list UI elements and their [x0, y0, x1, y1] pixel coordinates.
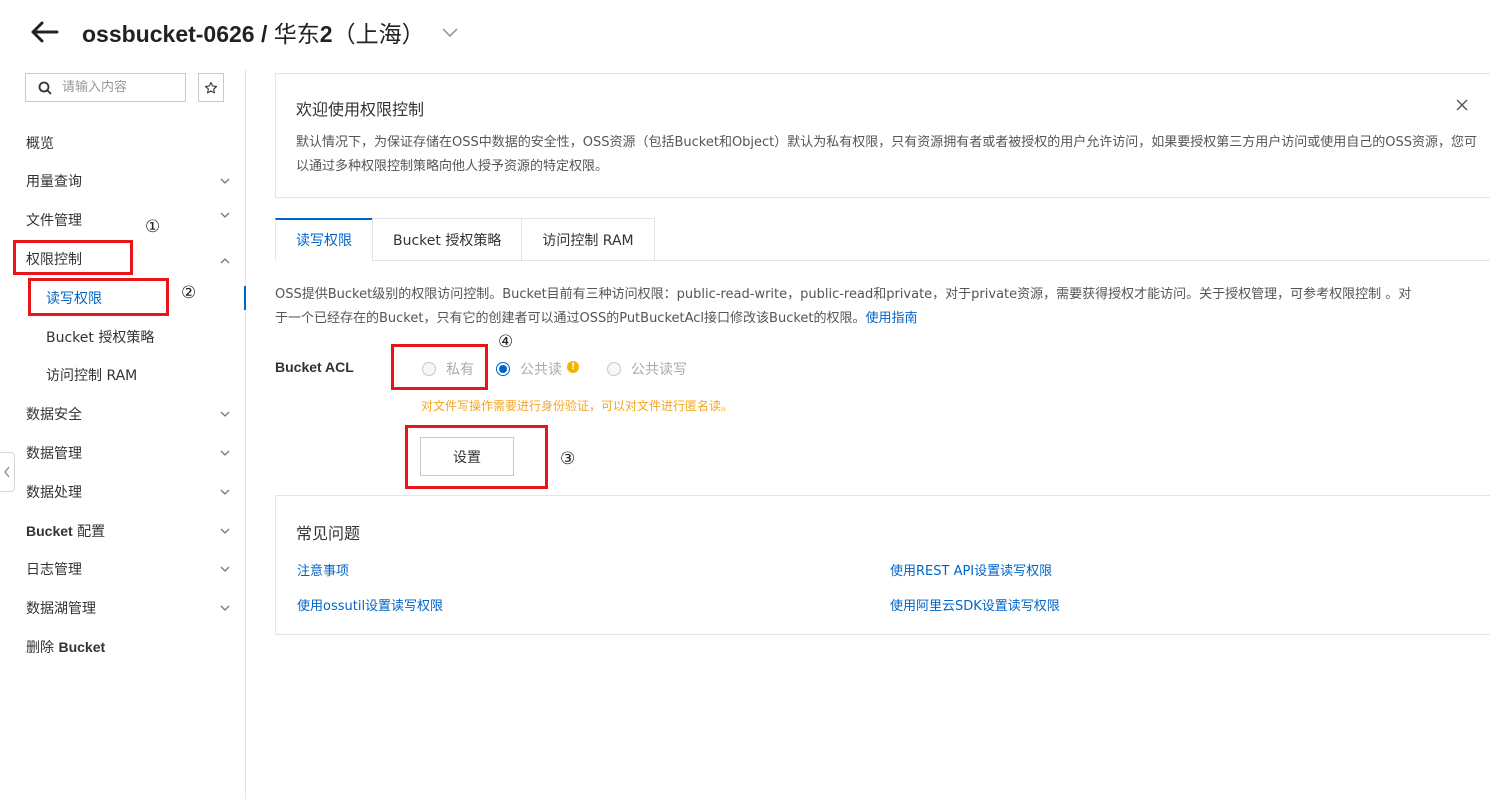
- welcome-panel: 欢迎使用权限控制 默认情况下，为保证存储在OSS中数据的安全性，OSS资源（包括…: [275, 73, 1490, 198]
- sidebar-item-label: 访问控制 RAM: [46, 368, 138, 384]
- chevron-down-icon: [220, 489, 230, 495]
- set-button[interactable]: 设置: [420, 437, 514, 476]
- acl-private-radio[interactable]: 私有: [422, 359, 474, 379]
- sidebar-item-label: 权限控制: [26, 252, 82, 268]
- radio-circle: [422, 362, 436, 376]
- faq-link-rest-api[interactable]: 使用REST API设置读写权限: [890, 560, 1052, 579]
- sidebar-item-label: 日志管理: [26, 562, 82, 578]
- chevron-down-icon: [220, 411, 230, 417]
- region-chevron-down-icon[interactable]: [441, 23, 459, 41]
- radio-circle: [496, 362, 510, 376]
- star-icon: [204, 81, 218, 93]
- sidebar-item-label: Bucket 配置: [26, 523, 106, 540]
- sidebar-item-label: Bucket 授权策略: [46, 330, 155, 346]
- sidebar-item-label: 概览: [26, 136, 54, 152]
- tab-ram[interactable]: 访问控制 RAM: [521, 218, 655, 261]
- sidebar-item-usage[interactable]: 用量查询: [0, 163, 245, 199]
- acl-warning-text: 对文件写操作需要进行身份验证，可以对文件进行匿名读。: [421, 399, 734, 413]
- sidebar-item-read-write-acl[interactable]: 读写权限: [0, 280, 246, 316]
- acl-public-read-write-radio[interactable]: 公共读写: [607, 359, 687, 379]
- annotation-number-3: ③: [560, 449, 576, 469]
- chevron-up-icon: [220, 258, 230, 264]
- annotation-number-4: ④: [498, 332, 514, 352]
- favorite-star-button[interactable]: [198, 73, 224, 102]
- sidebar-item-label: 数据安全: [26, 407, 82, 423]
- faq-link-ossutil[interactable]: 使用ossutil设置读写权限: [297, 595, 443, 614]
- page-header: ossbucket-0626 / 华东2（上海）: [30, 14, 459, 50]
- sidebar-item-data-lake[interactable]: 数据湖管理: [0, 590, 245, 626]
- close-icon[interactable]: [1454, 97, 1470, 113]
- chevron-down-icon: [220, 178, 230, 184]
- sidebar-item-data-processing[interactable]: 数据处理: [0, 474, 245, 510]
- sidebar-item-files[interactable]: 文件管理: [0, 202, 245, 238]
- chevron-down-icon: [220, 566, 230, 572]
- sidebar-item-bucket-policy[interactable]: Bucket 授权策略: [0, 319, 245, 355]
- sidebar-item-label: 文件管理: [26, 213, 82, 229]
- chevron-down-icon: [220, 450, 230, 456]
- sidebar-item-label: 删除 Bucket: [26, 639, 106, 656]
- back-arrow-icon[interactable]: [30, 17, 60, 47]
- annotation-number-1: ①: [145, 217, 161, 237]
- sidebar-item-logs[interactable]: 日志管理: [0, 551, 245, 587]
- acl-public-read-radio[interactable]: 公共读!: [496, 359, 579, 379]
- faq-panel: 常见问题 注意事项 使用REST API设置读写权限 使用ossutil设置读写…: [275, 495, 1490, 635]
- search-icon: [38, 81, 52, 95]
- chevron-left-icon: [4, 466, 10, 478]
- sidebar-item-data-security[interactable]: 数据安全: [0, 396, 245, 432]
- faq-title: 常见问题: [296, 524, 361, 543]
- bucket-acl-label: Bucket ACL: [275, 359, 354, 375]
- sidebar-search-input[interactable]: [62, 80, 172, 95]
- tab-read-write-acl[interactable]: 读写权限: [275, 218, 373, 261]
- sidebar-item-delete-bucket[interactable]: 删除 Bucket: [0, 629, 245, 665]
- sidebar-item-label: 用量查询: [26, 174, 82, 190]
- chevron-down-icon: [220, 605, 230, 611]
- acl-description-line: 于一个已经存在的Bucket，只有它的创建者可以通过OSS的PutBucketA…: [275, 311, 866, 326]
- radio-label: 公共读: [520, 362, 562, 378]
- radio-label: 公共读写: [631, 362, 687, 378]
- sidebar-item-data-management[interactable]: 数据管理: [0, 435, 245, 471]
- acl-description-line: OSS提供Bucket级别的权限访问控制。Bucket目前有三种访问权限：pub…: [275, 287, 1412, 302]
- radio-label: 私有: [446, 362, 474, 378]
- tab-bar: 读写权限 Bucket 授权策略 访问控制 RAM: [275, 218, 655, 261]
- faq-link-notes[interactable]: 注意事项: [297, 560, 349, 579]
- sidebar-item-label: 数据湖管理: [26, 601, 96, 617]
- sidebar-item-overview[interactable]: 概览: [0, 125, 245, 161]
- radio-circle: [607, 362, 621, 376]
- warning-icon: !: [567, 361, 579, 373]
- sidebar: 概览 用量查询 文件管理 权限控制 读写权限 Bucket 授权策略 访问控制 …: [0, 70, 246, 799]
- sidebar-search-box[interactable]: [25, 73, 186, 102]
- tab-bucket-policy[interactable]: Bucket 授权策略: [372, 218, 523, 261]
- annotation-number-2: ②: [181, 283, 197, 303]
- sidebar-collapse-button[interactable]: [0, 452, 15, 492]
- guide-link[interactable]: 使用指南: [866, 311, 918, 326]
- sidebar-item-ram[interactable]: 访问控制 RAM: [0, 357, 245, 393]
- faq-link-sdk[interactable]: 使用阿里云SDK设置读写权限: [890, 595, 1060, 614]
- acl-description: OSS提供Bucket级别的权限访问控制。Bucket目前有三种访问权限：pub…: [275, 283, 1490, 331]
- chevron-down-icon: [220, 528, 230, 534]
- page-title: ossbucket-0626 / 华东2（上海）: [82, 21, 425, 48]
- welcome-description: 默认情况下，为保证存储在OSS中数据的安全性，OSS资源（包括Bucket和Ob…: [296, 135, 1478, 174]
- sidebar-item-label: 读写权限: [46, 291, 102, 307]
- sidebar-item-label: 数据管理: [26, 446, 82, 462]
- welcome-title: 欢迎使用权限控制: [296, 100, 425, 119]
- sidebar-item-label: 数据处理: [26, 485, 82, 501]
- chevron-down-icon: [220, 212, 230, 218]
- sidebar-item-bucket-config[interactable]: Bucket 配置: [0, 513, 245, 549]
- sidebar-item-permission-control[interactable]: 权限控制: [0, 241, 245, 277]
